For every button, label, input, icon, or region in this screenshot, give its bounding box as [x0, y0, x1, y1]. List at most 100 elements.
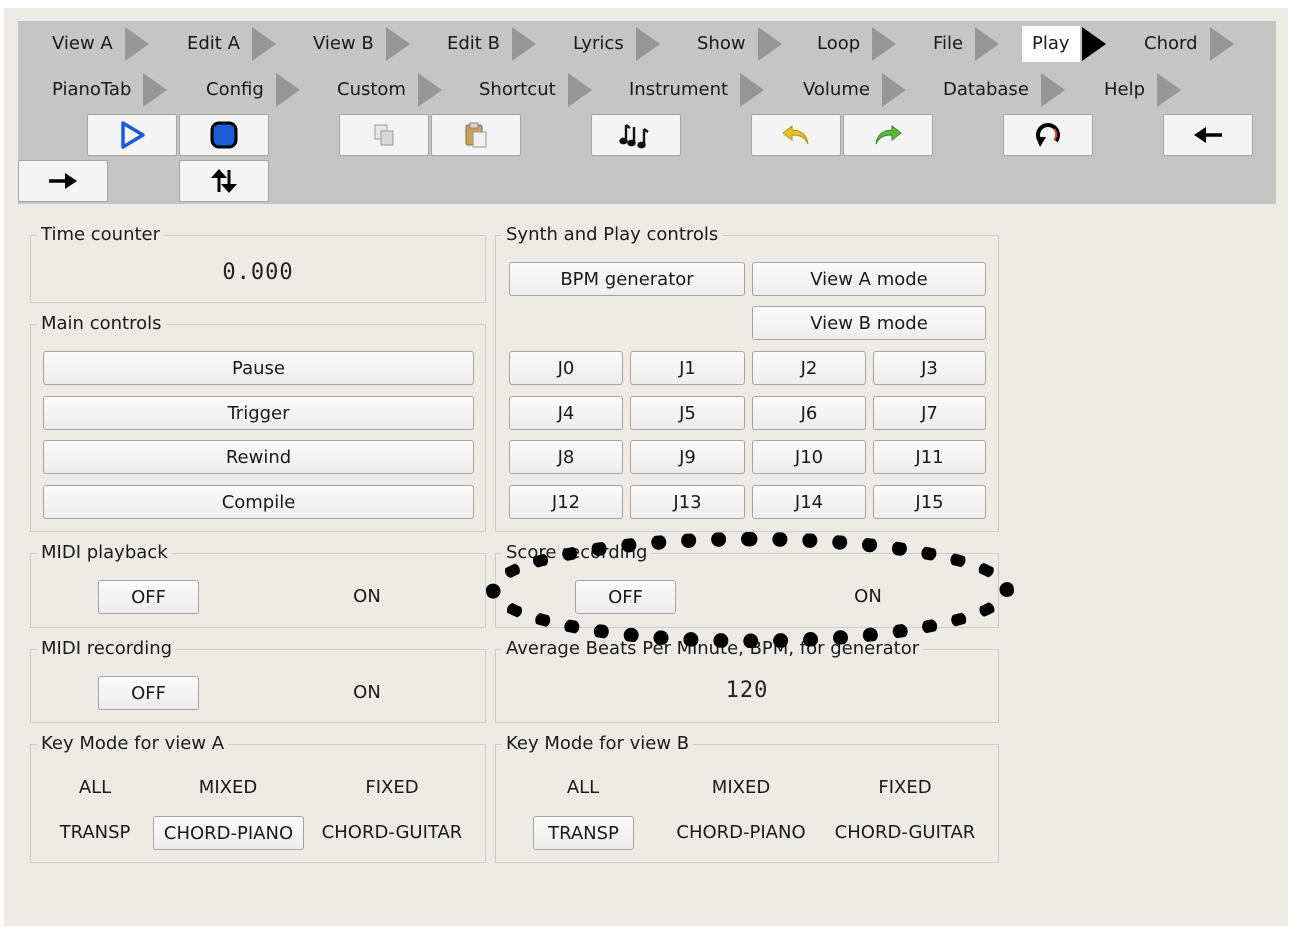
key-mode-b-all-option[interactable]: ALL — [533, 771, 633, 805]
tab-arrow-icon — [740, 73, 765, 107]
arrow-left-button[interactable] — [1163, 114, 1253, 156]
tab-label: View A — [52, 33, 113, 54]
key-mode-a-transp-option[interactable]: TRANSP — [45, 816, 145, 850]
tab-file[interactable]: File — [923, 26, 1000, 62]
tab-arrow-icon — [251, 27, 276, 61]
jump-button-j9[interactable]: J9 — [630, 440, 745, 474]
jump-button-j7[interactable]: J7 — [873, 396, 986, 430]
key-mode-b-fixed-option[interactable]: FIXED — [830, 771, 980, 805]
tab-volume[interactable]: Volume — [793, 72, 906, 108]
key-mode-b-group: Key Mode for view B ALL MIXED FIXED TRAN… — [495, 731, 999, 863]
view-b-mode-button[interactable]: View B mode — [752, 306, 986, 340]
tab-config[interactable]: Config — [196, 72, 300, 108]
tab-pianotab[interactable]: PianoTab — [42, 72, 168, 108]
tab-label: Show — [697, 33, 746, 54]
rewind-button[interactable]: Rewind — [43, 440, 474, 474]
score-recording-off-option[interactable]: OFF — [575, 580, 676, 614]
copy-button[interactable] — [339, 114, 429, 156]
tab-label: Edit A — [187, 33, 240, 54]
jump-button-j10[interactable]: J10 — [752, 440, 866, 474]
key-mode-a-mixed-option[interactable]: MIXED — [153, 771, 303, 805]
jump-button-j6[interactable]: J6 — [752, 396, 866, 430]
tab-custom[interactable]: Custom — [327, 72, 442, 108]
tab-label: Play — [1022, 26, 1080, 62]
tab-view-a[interactable]: View A — [42, 26, 149, 62]
jump-button-j8[interactable]: J8 — [509, 440, 623, 474]
midi-recording-on-option[interactable]: ON — [317, 676, 417, 710]
tab-shortcut[interactable]: Shortcut — [469, 72, 592, 108]
key-mode-b-transp-option[interactable]: TRANSP — [533, 816, 634, 850]
key-mode-b-chord-piano-option[interactable]: CHORD-PIANO — [666, 816, 816, 850]
compile-button[interactable]: Compile — [43, 485, 474, 519]
jump-button-j15[interactable]: J15 — [873, 485, 986, 519]
key-mode-b-chord-guitar-option[interactable]: CHORD-GUITAR — [826, 816, 984, 850]
tab-show[interactable]: Show — [687, 26, 782, 62]
arrow-right-button[interactable] — [18, 160, 108, 202]
jump-button-j5[interactable]: J5 — [630, 396, 745, 430]
main-controls-group: Main controls Pause Trigger Rewind Compi… — [30, 311, 486, 532]
jump-button-j12[interactable]: J12 — [509, 485, 623, 519]
key-mode-b-mixed-option[interactable]: MIXED — [666, 771, 816, 805]
tab-arrow-icon — [1081, 27, 1106, 61]
tab-label: PianoTab — [52, 79, 132, 100]
key-mode-a-fixed-option[interactable]: FIXED — [317, 771, 467, 805]
view-a-mode-button[interactable]: View A mode — [752, 262, 986, 296]
redo-button[interactable] — [843, 114, 933, 156]
tab-label: Shortcut — [479, 79, 556, 100]
midi-playback-on-option[interactable]: ON — [317, 580, 417, 614]
tab-database[interactable]: Database — [933, 72, 1065, 108]
jump-button-j13[interactable]: J13 — [630, 485, 745, 519]
stop-button[interactable] — [179, 114, 269, 156]
copy-icon — [374, 124, 394, 146]
key-mode-a-chord-guitar-option[interactable]: CHORD-GUITAR — [313, 816, 471, 850]
swap-vertical-icon — [211, 169, 237, 193]
midi-playback-title: MIDI playback — [37, 540, 172, 566]
midi-playback-off-option[interactable]: OFF — [98, 580, 199, 614]
tab-chord[interactable]: Chord — [1134, 26, 1234, 62]
jump-button-j11[interactable]: J11 — [873, 440, 986, 474]
jump-button-j0[interactable]: J0 — [509, 351, 623, 385]
score-recording-on-option[interactable]: ON — [818, 580, 918, 614]
pause-button[interactable]: Pause — [43, 351, 474, 385]
key-mode-a-all-option[interactable]: ALL — [45, 771, 145, 805]
tab-play[interactable]: Play — [1022, 26, 1106, 62]
tab-edit-b[interactable]: Edit B — [437, 26, 536, 62]
jump-button-j1[interactable]: J1 — [630, 351, 745, 385]
tab-arrow-icon — [1040, 73, 1065, 107]
menu-toolbar: View A Edit A View B Edit B Lyrics Show … — [18, 21, 1276, 204]
midi-recording-group: MIDI recording OFF ON — [30, 636, 486, 723]
tab-help[interactable]: Help — [1094, 72, 1182, 108]
tab-arrow-icon — [124, 27, 149, 61]
refresh-icon — [1036, 123, 1060, 147]
key-mode-a-chord-piano-option[interactable]: CHORD-PIANO — [153, 816, 304, 850]
jump-button-j14[interactable]: J14 — [752, 485, 866, 519]
tab-label: Instrument — [629, 79, 729, 100]
jump-button-j3[interactable]: J3 — [873, 351, 986, 385]
tab-label: Chord — [1144, 33, 1198, 54]
tab-edit-a[interactable]: Edit A — [177, 26, 276, 62]
time-counter-title: Time counter — [37, 222, 165, 248]
play-button[interactable] — [87, 114, 177, 156]
tab-instrument[interactable]: Instrument — [619, 72, 765, 108]
trigger-button[interactable]: Trigger — [43, 396, 474, 430]
play-icon — [121, 121, 145, 149]
tab-arrow-icon — [567, 73, 592, 107]
jump-button-j4[interactable]: J4 — [509, 396, 623, 430]
paste-button[interactable] — [431, 114, 521, 156]
undo-icon — [782, 124, 809, 145]
jump-button-j2[interactable]: J2 — [752, 351, 866, 385]
tab-lyrics[interactable]: Lyrics — [563, 26, 660, 62]
tab-view-b[interactable]: View B — [303, 26, 410, 62]
tab-loop[interactable]: Loop — [807, 26, 897, 62]
tab-arrow-icon — [872, 27, 897, 61]
tab-label: File — [933, 33, 964, 54]
swap-vertical-button[interactable] — [179, 160, 269, 202]
undo-button[interactable] — [751, 114, 841, 156]
tab-arrow-icon — [757, 27, 782, 61]
arrow-left-icon — [1194, 127, 1222, 143]
refresh-button[interactable] — [1003, 114, 1093, 156]
midi-recording-off-option[interactable]: OFF — [98, 676, 199, 710]
music-notes-button[interactable] — [591, 114, 681, 156]
tab-arrow-icon — [143, 73, 168, 107]
bpm-generator-button[interactable]: BPM generator — [509, 262, 745, 296]
